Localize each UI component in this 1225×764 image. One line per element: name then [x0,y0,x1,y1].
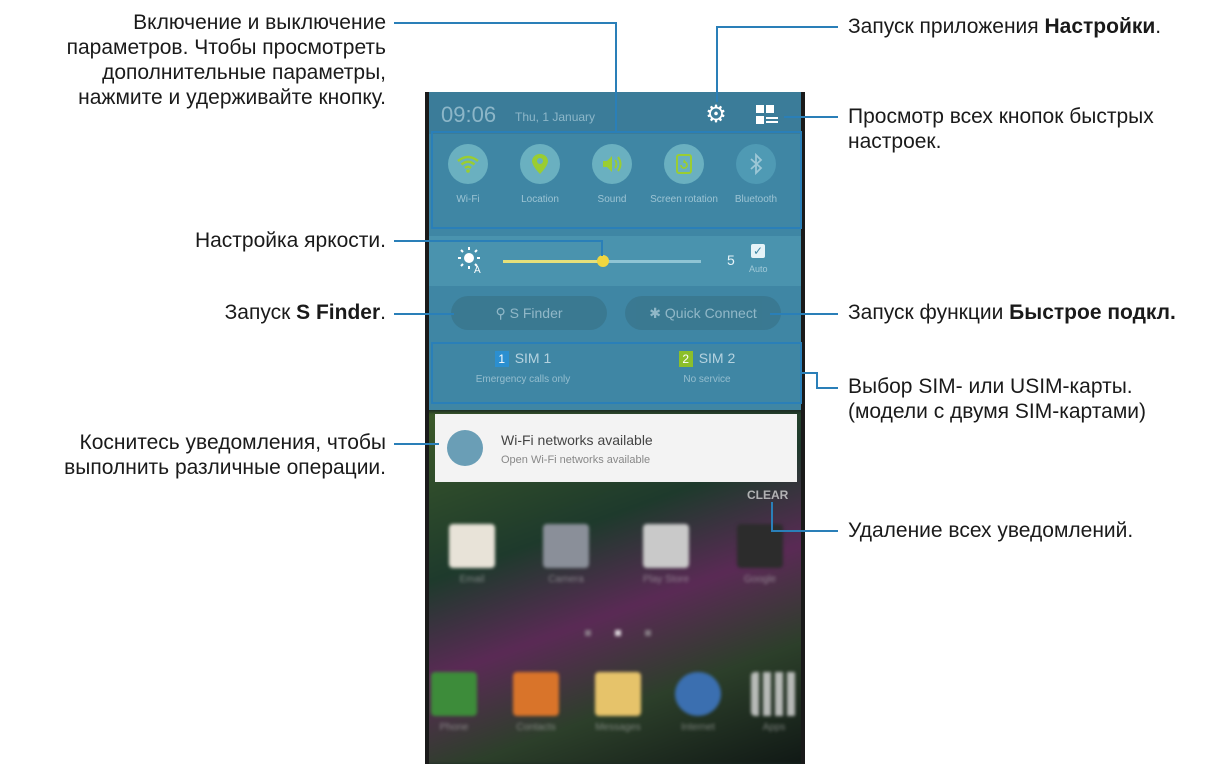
messages-icon [595,672,641,716]
app-label: Camera [548,574,584,585]
app-play-store[interactable]: Play Store [631,524,701,585]
callout-settings-bold: Настройки [1044,15,1156,38]
callout-sim-line: (модели с двумя SIM-картами) [848,400,1146,423]
apps-grid-icon [751,672,797,716]
quick-connect-button[interactable]: ✱ Quick Connect [625,296,781,330]
status-time: 09:06 [441,102,497,127]
callout-quick-connect: Запуск функции Быстрое подкл. [848,300,1223,325]
page-indicator [583,628,653,638]
callout-sim: Выбор SIM- или USIM-карты. (модели с дву… [848,374,1218,424]
callout-sim-line: Выбор SIM- или USIM-карты. [848,375,1133,398]
quick-settings-highlight [431,131,802,229]
internet-globe-icon [675,672,721,716]
auto-brightness-checkbox[interactable]: ✓ [751,244,765,258]
app-label: Play Store [642,574,690,585]
app-label: Internet [681,722,715,733]
brightness-fill [503,260,603,263]
s-finder-label: S Finder [509,305,563,321]
callout-toggle-line: дополнительные параметры, [102,61,386,84]
quick-connect-icon: ✱ [649,305,661,321]
callout-all-buttons-line: настроек. [848,130,942,153]
auto-brightness-icon: A [458,247,481,274]
wifi-notification-icon [447,430,483,466]
camera-icon [543,524,589,568]
s-finder-button[interactable]: ⚲ S Finder [451,296,607,330]
callout-s-finder-bold: S Finder [296,301,381,324]
app-apps[interactable]: Apps [739,672,805,733]
app-phone[interactable]: Phone [425,672,489,733]
app-internet[interactable]: Internet [663,672,733,733]
settings-gear-icon[interactable]: ⚙ [703,102,729,128]
status-date: Thu, 1 January [515,110,596,124]
notification-title: Wi-Fi networks available [501,432,653,448]
callout-s-finder-prefix: Запуск [224,301,297,324]
app-contacts[interactable]: Contacts [501,672,571,733]
svg-text:A: A [474,265,481,274]
app-camera[interactable]: Camera [531,524,601,585]
app-email[interactable]: Email [437,524,507,585]
contacts-icon [513,672,559,716]
clear-button[interactable]: CLEAR [747,488,788,502]
callout-brightness: Настройка яркости. [194,229,386,252]
play-store-icon [643,524,689,568]
callout-toggle: Включение и выключение параметров. Чтобы… [0,10,386,110]
app-label: Contacts [516,722,556,733]
callout-notification-line: выполнить различные операции. [64,456,386,479]
callout-s-finder: Запуск S Finder. [0,300,386,325]
brightness-slider-knob[interactable] [597,255,609,267]
callout-toggle-line: параметров. Чтобы просмотреть [66,36,386,59]
quick-connect-label: Quick Connect [664,305,757,321]
brightness-level: 5 [727,252,735,268]
app-label: Phone [439,722,469,733]
brightness-bar: A 5 ✓ Auto [425,236,805,286]
callout-notification-line: Коснитесь уведомления, чтобы [79,431,386,454]
callout-notification: Коснитесь уведомления, чтобы выполнить р… [0,430,386,480]
auto-label: Auto [749,264,768,274]
app-google[interactable]: Google [725,524,795,585]
phone-frame-left [425,92,429,764]
app-label: Apps [762,722,786,733]
notification-text: Open Wi-Fi networks available [501,454,651,466]
callout-settings: Запуск приложения Настройки. [848,14,1218,39]
wifi-notification[interactable]: Wi-Fi networks available Open Wi-Fi netw… [435,414,797,482]
app-label: Google [743,574,777,585]
app-label: Email [459,574,485,585]
callout-all-buttons: Просмотр всех кнопок быстрых настроек. [848,104,1218,154]
search-icon: ⚲ [495,305,506,321]
callout-toggle-line: Включение и выключение [133,11,386,34]
callout-quick-connect-prefix: Запуск функции [848,301,1010,324]
callout-settings-prefix: Запуск приложения [848,15,1045,38]
phone-icon [431,672,477,716]
callout-quick-connect-bold: Быстрое подкл. [1009,301,1176,324]
email-icon [449,524,495,568]
callout-all-buttons-line: Просмотр всех кнопок быстрых [848,105,1154,128]
sim-highlight [431,342,802,404]
all-quick-settings-icon[interactable] [755,104,781,126]
app-messages[interactable]: Messages [583,672,653,733]
callout-settings-suffix: . [1155,15,1162,38]
app-label: Messages [595,722,641,733]
callout-s-finder-suffix: . [380,301,386,324]
callout-toggle-line: нажмите и удерживайте кнопку. [78,86,386,109]
callout-clear: Удаление всех уведомлений. [848,519,1134,542]
